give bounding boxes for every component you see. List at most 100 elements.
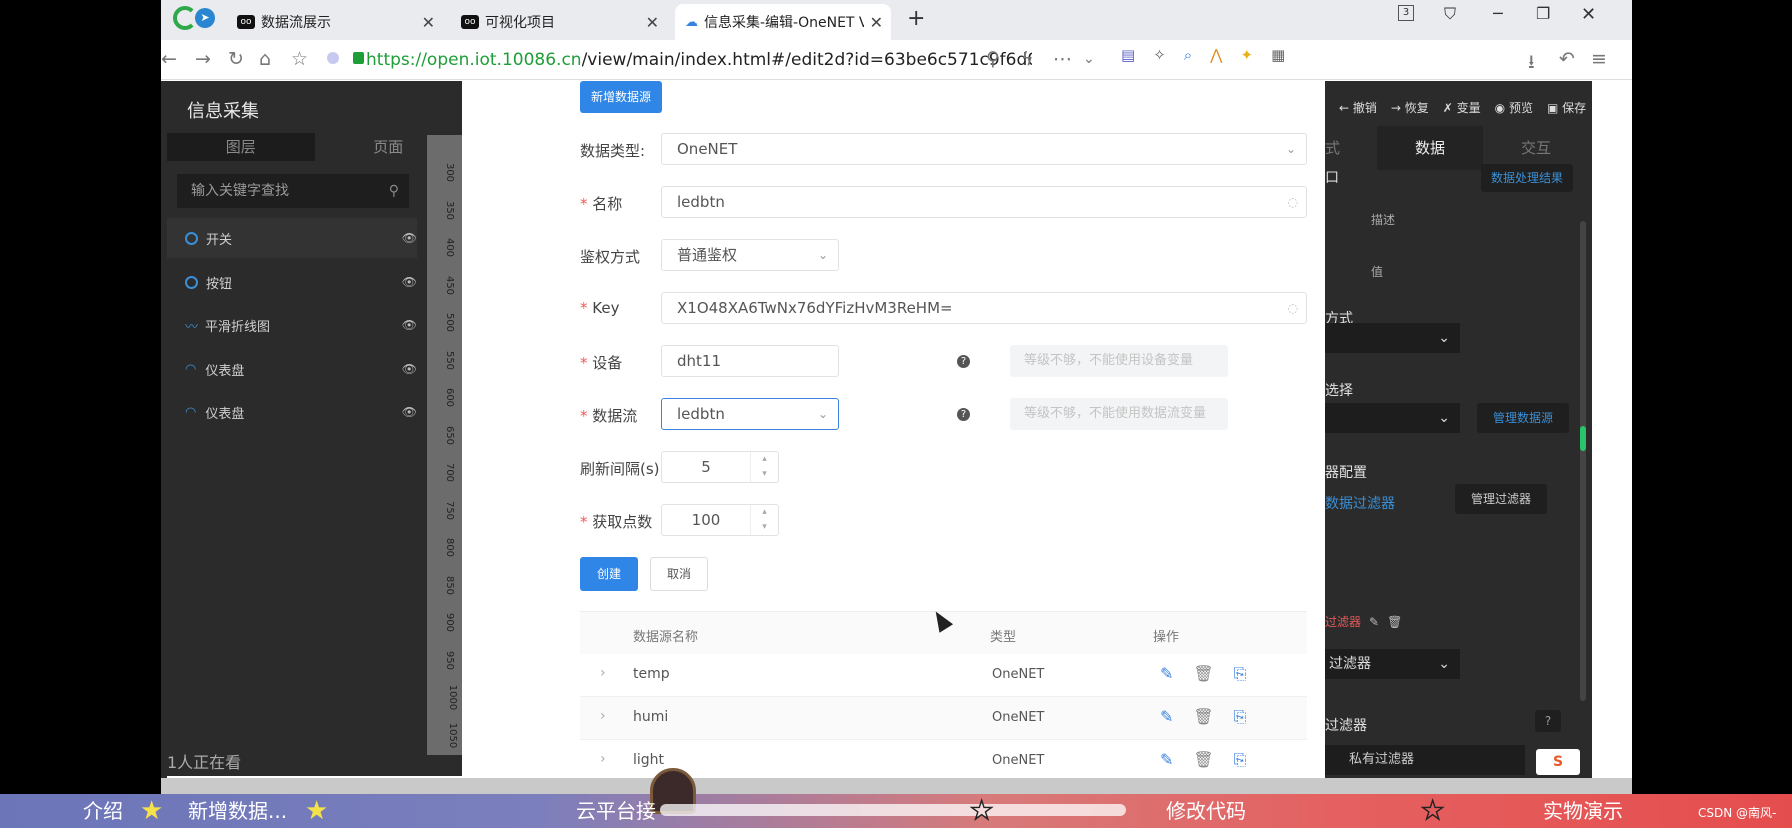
search-icon[interactable]: ⚲ [389, 174, 399, 208]
home-icon[interactable]: ⌂ [259, 48, 271, 70]
help-icon[interactable]: ? [957, 408, 970, 421]
video-progress-bar[interactable] [660, 804, 1126, 816]
tab-count-badge[interactable]: 3 [1398, 5, 1414, 21]
eye-icon[interactable]: 👁 [402, 275, 417, 289]
chapter-label[interactable]: 介绍 [83, 794, 123, 828]
favorites-icon[interactable]: ☆ [291, 48, 308, 70]
key-input[interactable]: X1O48XA6TwNx76dYFizHvM3ReHM= ◌ [661, 292, 1307, 324]
delete-icon[interactable]: 🗑 [1193, 664, 1213, 684]
reload-icon[interactable]: ↻ [228, 48, 244, 70]
layer-search-input[interactable]: 输入关键字查找 ⚲ [177, 174, 409, 208]
source-select[interactable]: ⌄ [1325, 403, 1460, 433]
edit-icon[interactable]: ✎ [1369, 615, 1379, 629]
delete-icon[interactable]: 🗑 [1193, 750, 1213, 770]
tab-style[interactable]: 式 [1325, 126, 1377, 170]
interval-stepper[interactable]: 5 ▴ ▾ [661, 451, 779, 483]
apps-icon[interactable]: ▦ [1271, 46, 1285, 70]
layer-item[interactable]: ◠ 仪表盘 👁 [167, 349, 417, 389]
tab-layers[interactable]: 图层 [167, 133, 315, 161]
device-input[interactable]: dht11 [661, 345, 839, 377]
layer-item[interactable]: 按钮 👁 [167, 262, 417, 302]
url-input[interactable]: https://open.iot.10086.cn /view/main/ind… [366, 47, 1156, 73]
layer-item[interactable]: 〰 平滑折线图 👁 [167, 305, 417, 345]
scrollbar-thumb[interactable] [1580, 426, 1586, 451]
preview-button[interactable]: ◉ 预览 [1495, 99, 1533, 116]
eye-icon[interactable]: 👁 [402, 231, 417, 245]
method-select[interactable]: ⌄ [1325, 323, 1460, 353]
type-select[interactable]: OneNET ⌄ [661, 133, 1307, 165]
browser-tab[interactable]: oo 数据流展示 ✕ [227, 4, 443, 40]
telegram-icon[interactable]: ➤ [195, 8, 215, 28]
browser-tab-active[interactable]: ☁ 信息采集-编辑-OneNET View ✕ [675, 4, 891, 40]
chapter-label[interactable]: 修改代码 [1166, 794, 1246, 828]
close-tab-icon[interactable]: ✕ [646, 13, 659, 32]
download-icon[interactable]: ⭳ [1528, 48, 1535, 80]
eye-icon[interactable]: 👁 [402, 318, 417, 332]
stepper-arrows-icon[interactable]: ▴ ▾ [750, 452, 778, 482]
add-filter-link[interactable]: 数据过滤器 [1325, 493, 1395, 513]
menu-icon[interactable]: ≡ [1591, 48, 1607, 70]
process-result-button[interactable]: 数据处理结果 [1481, 164, 1573, 192]
extension-icon[interactable]: ✦ [1240, 46, 1253, 70]
filter-help-button[interactable]: ? [1535, 710, 1561, 732]
save-icon[interactable]: ⎘ [1234, 750, 1247, 770]
back-icon[interactable]: ← [161, 48, 177, 70]
tab-data[interactable]: 数据 [1377, 126, 1483, 170]
manage-source-button[interactable]: 管理数据源 [1477, 403, 1569, 433]
edit-icon[interactable]: ✎ [1160, 707, 1173, 727]
more-icon[interactable]: ⋯ [1053, 48, 1072, 70]
undo-button[interactable]: ← 撤销 [1339, 99, 1377, 116]
layer-item[interactable]: ◠ 仪表盘 👁 [167, 392, 417, 432]
new-tab-button[interactable]: + [907, 6, 925, 31]
sparkle-icon[interactable]: ✧ [1153, 46, 1166, 70]
translate-icon[interactable]: ⌕ [1184, 46, 1192, 70]
layer-item[interactable]: 开关 👁 [167, 218, 417, 258]
reader-icon[interactable]: ▤ [1121, 46, 1135, 70]
cancel-button[interactable]: 取消 [650, 557, 708, 591]
delete-icon[interactable]: 🗑 [1193, 707, 1213, 727]
help-icon[interactable]: ? [957, 355, 970, 368]
private-filter-tab[interactable]: 私有过滤器 [1325, 745, 1525, 775]
eye-icon[interactable]: 👁 [402, 405, 417, 419]
search-icon[interactable]: ⚲ [986, 48, 1000, 70]
table-row[interactable]: › humi OneNET ✎ 🗑 ⎘ [580, 697, 1307, 740]
delete-icon[interactable]: 🗑 [1387, 615, 1402, 629]
edit-icon[interactable]: ✎ [1160, 750, 1173, 770]
variable-button[interactable]: ✗ 变量 [1443, 99, 1481, 116]
stream-select[interactable]: ledbtn ⌄ [661, 398, 839, 430]
forward-icon[interactable]: → [195, 48, 211, 70]
name-input[interactable]: ledbtn ◌ [661, 186, 1307, 218]
chevron-down-icon[interactable]: ⌄ [1083, 51, 1095, 67]
edge-logo-icon[interactable] [173, 6, 197, 30]
close-tab-icon[interactable]: ✕ [870, 13, 883, 32]
panel-scrollbar[interactable] [1580, 221, 1586, 701]
stepper-arrows-icon[interactable]: ▴ ▾ [750, 505, 778, 535]
expand-icon[interactable]: › [600, 708, 606, 724]
undo-icon[interactable]: ↶ [1559, 48, 1575, 70]
close-tab-icon[interactable]: ✕ [422, 13, 435, 32]
save-icon[interactable]: ⎘ [1234, 664, 1247, 684]
save-button[interactable]: ▣ 保存 [1547, 99, 1586, 116]
create-button[interactable]: 创建 [580, 557, 638, 591]
extensions-area[interactable]: ▤ ✧ ⌕ ⋀ ✦ ▦ [1121, 46, 1321, 70]
minimize-icon[interactable]: ─ [1493, 4, 1503, 23]
lightning-icon[interactable]: ϟ [1021, 48, 1034, 70]
chapter-label[interactable]: 实物演示 [1543, 794, 1623, 828]
points-stepper[interactable]: 100 ▴ ▾ [661, 504, 779, 536]
filter-select[interactable]: 过滤器 ⌄ [1325, 649, 1460, 679]
save-icon[interactable]: ⎘ [1234, 707, 1247, 727]
maximize-icon[interactable]: ❐ [1536, 4, 1550, 23]
filter-item[interactable]: 过滤器 ✎ 🗑 [1325, 613, 1402, 630]
close-window-icon[interactable]: ✕ [1581, 4, 1596, 25]
redo-button[interactable]: → 恢复 [1391, 99, 1429, 116]
chapter-label[interactable]: 新增数据... [188, 794, 287, 828]
auth-select[interactable]: 普通鉴权 ⌄ [661, 239, 839, 271]
expand-icon[interactable]: › [600, 665, 606, 681]
table-row[interactable]: › temp OneNET ✎ 🗑 ⎘ [580, 654, 1307, 697]
eye-icon[interactable]: 👁 [402, 362, 417, 376]
browser-tab[interactable]: oo 可视化项目 ✕ [451, 4, 667, 40]
edit-icon[interactable]: ✎ [1160, 664, 1173, 684]
shirt-icon[interactable]: ⛉ [1444, 4, 1456, 24]
add-data-source-button[interactable]: 新增数据源 [580, 81, 662, 113]
extension-icon[interactable]: ⋀ [1210, 46, 1222, 70]
